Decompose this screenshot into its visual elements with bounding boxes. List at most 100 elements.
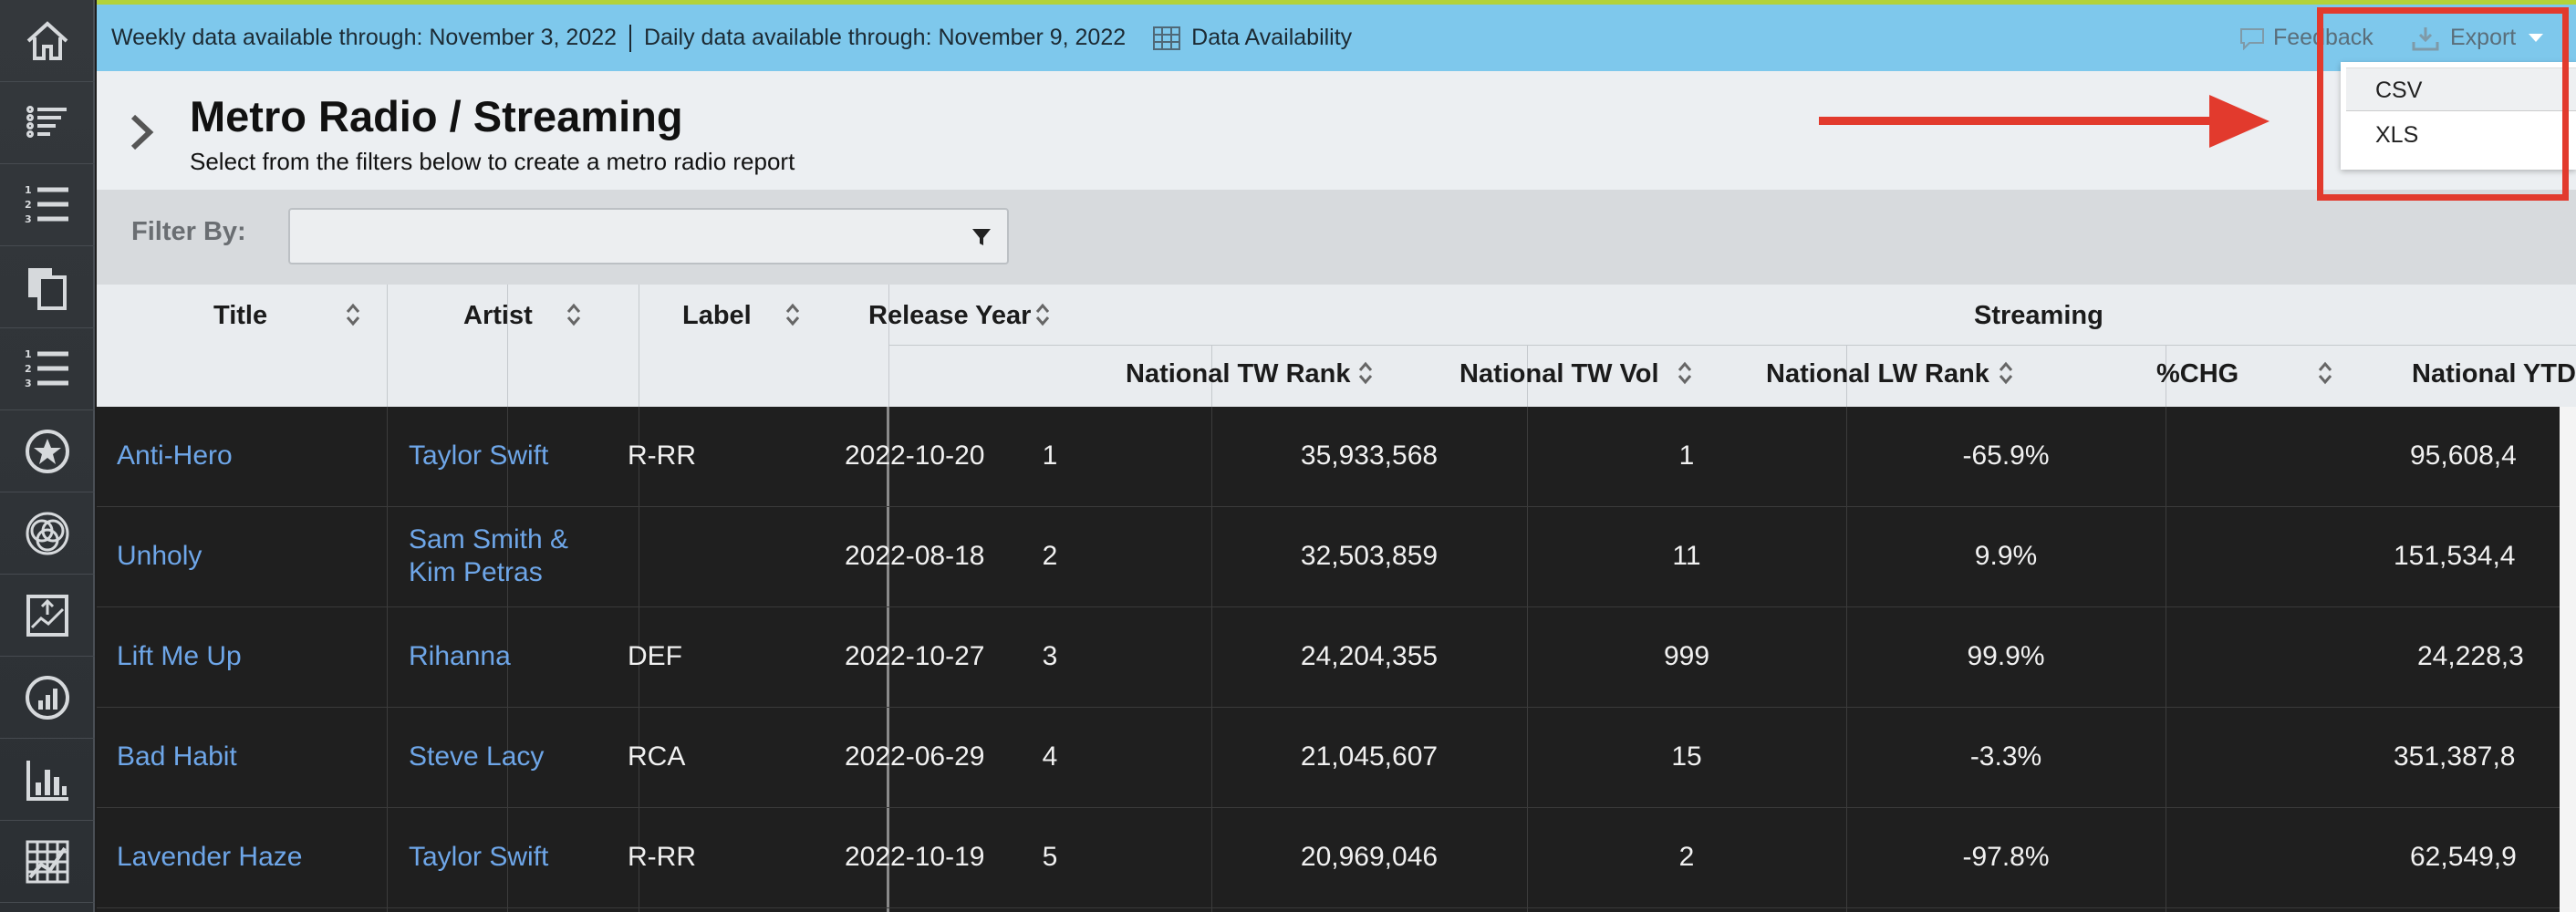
svg-text:1: 1 (25, 348, 32, 360)
tw-rank-cell: 3 (1042, 641, 1058, 671)
table-body: Anti-Hero Taylor Swift R-RR 2022-10-20 1… (97, 407, 2576, 912)
table-row[interactable]: Lift Me Up Rihanna DEF 2022-10-27 3 24,2… (97, 607, 2576, 708)
column-header-pct-change[interactable]: %CHG (2156, 359, 2238, 389)
ytd-cell: 351,387,8 (2394, 741, 2516, 772)
artist-link[interactable]: Rihanna (409, 640, 511, 673)
column-header-label[interactable]: Label (682, 301, 752, 331)
artist-link[interactable]: Sam Smith & Kim Petras (409, 523, 568, 589)
funnel-icon[interactable] (971, 226, 992, 248)
copy-pages-icon[interactable] (0, 246, 95, 328)
pct-change-cell: -3.3% (1969, 741, 2042, 772)
label-cell: DEF (628, 641, 682, 671)
sort-icon[interactable] (2317, 359, 2333, 387)
filter-input[interactable] (288, 208, 1009, 264)
sort-icon[interactable] (1357, 359, 1374, 387)
top-info-bar: Weekly data available through: November … (97, 0, 2576, 71)
arrow-annotation (1819, 95, 2270, 148)
sort-icon[interactable] (345, 301, 361, 328)
artist-link[interactable]: Steve Lacy (409, 741, 544, 773)
column-header-national-ytd[interactable]: National YTD (2412, 359, 2576, 389)
column-header-national-tw-vol[interactable]: National TW Vol (1459, 359, 1659, 389)
list-filter-icon[interactable] (0, 82, 95, 164)
table-icon (1153, 26, 1181, 50)
sidebar: 1 2 3 1 2 3 (0, 0, 95, 912)
pct-change-cell: -97.8% (1962, 842, 2050, 872)
divider (629, 24, 632, 52)
home-icon[interactable] (0, 0, 95, 82)
pct-change-cell: 99.9% (1967, 641, 2045, 671)
title-link[interactable]: Unholy (117, 540, 202, 573)
tw-rank-cell: 1 (1042, 440, 1058, 471)
bar-chart-icon[interactable] (0, 739, 95, 821)
artist-link[interactable]: Taylor Swift (409, 440, 548, 472)
lw-rank-cell: 11 (1672, 541, 1701, 571)
svg-text:2: 2 (25, 199, 32, 211)
tw-rank-cell: 5 (1042, 842, 1058, 872)
svg-text:2: 2 (25, 363, 32, 375)
filter-by-label: Filter By: (131, 217, 246, 246)
daily-data-notice: Daily data available through: November 9… (644, 25, 1127, 50)
sort-icon[interactable] (1998, 359, 2014, 387)
tw-vol-cell: 24,204,355 (1300, 641, 1439, 671)
column-header-title[interactable]: Title (213, 301, 267, 331)
ytd-cell: 95,608,4 (2410, 440, 2517, 471)
lw-rank-cell: 999 (1663, 641, 1710, 671)
ytd-cell: 24,228,3 (2417, 641, 2524, 671)
filter-bar: Filter By: (97, 190, 2576, 285)
label-cell: R-RR (628, 440, 696, 471)
export-dropdown-menu: CSV XLS (2341, 62, 2576, 170)
table-row[interactable]: Lavender Haze Taylor Swift R-RR 2022-10-… (97, 808, 2576, 908)
table-row[interactable]: Unholy Sam Smith & Kim Petras 2022-08-18… (97, 507, 2576, 607)
column-group-streaming: Streaming (1974, 301, 2103, 330)
tw-vol-cell: 21,045,607 (1300, 741, 1439, 772)
pct-change-cell: 9.9% (1974, 541, 2038, 571)
venn-icon[interactable] (0, 492, 95, 575)
sort-icon[interactable] (1677, 359, 1693, 387)
table-row[interactable]: Anti-Hero Taylor Swift R-RR 2022-10-20 1… (97, 407, 2576, 507)
data-availability-label: Data Availability (1191, 25, 1353, 50)
chevron-right-icon[interactable] (124, 109, 161, 155)
sort-icon[interactable] (566, 301, 582, 328)
table-row[interactable]: Bad Habit Steve Lacy RCA 2022-06-29 4 21… (97, 708, 2576, 808)
pct-change-cell: -65.9% (1962, 440, 2050, 471)
sort-icon[interactable] (1034, 301, 1051, 328)
export-xls-option[interactable]: XLS (2346, 113, 2576, 157)
export-csv-option[interactable]: CSV (2346, 67, 2576, 111)
export-button[interactable]: Export (2412, 25, 2544, 51)
artist-line: Kim Petras (409, 557, 543, 587)
title-link[interactable]: Bad Habit (117, 741, 237, 773)
chevron-down-icon (2529, 34, 2544, 42)
column-header-national-lw-rank[interactable]: National LW Rank (1766, 359, 1989, 389)
tw-vol-cell: 20,969,046 (1300, 842, 1439, 872)
star-icon[interactable] (0, 410, 95, 492)
sort-icon[interactable] (784, 301, 801, 328)
ordered-list-icon[interactable]: 1 2 3 (0, 164, 95, 246)
artist-link[interactable]: Taylor Swift (409, 841, 548, 874)
lw-rank-cell: 15 (1671, 741, 1702, 772)
weekly-data-notice: Weekly data available through: November … (111, 25, 618, 50)
data-availability-link[interactable]: Data Availability (1153, 25, 1352, 51)
column-header-national-tw-rank[interactable]: National TW Rank (1126, 359, 1351, 389)
lw-rank-cell: 2 (1678, 842, 1695, 872)
title-link[interactable]: Lavender Haze (117, 841, 302, 874)
ytd-cell: 62,549,9 (2410, 842, 2517, 872)
lw-rank-cell: 1 (1678, 440, 1695, 471)
ordered-list-icon[interactable]: 1 2 3 (0, 328, 95, 410)
ytd-cell: 151,534,4 (2394, 541, 2516, 571)
chart-upload-icon[interactable] (0, 575, 95, 657)
svg-text:3: 3 (25, 378, 32, 389)
column-header-artist[interactable]: Artist (463, 301, 533, 331)
gauge-bars-icon[interactable] (0, 657, 95, 739)
label-cell: R-RR (628, 842, 696, 872)
tw-vol-cell: 32,503,859 (1300, 541, 1439, 571)
title-link[interactable]: Anti-Hero (117, 440, 233, 472)
title-link[interactable]: Lift Me Up (117, 640, 242, 673)
tw-rank-cell: 4 (1042, 741, 1058, 772)
column-header-release-year[interactable]: Release Year (868, 301, 1031, 331)
vertical-scrollbar[interactable] (2560, 407, 2576, 912)
feedback-button[interactable]: Feedback (2238, 25, 2373, 51)
tw-rank-cell: 2 (1042, 541, 1058, 571)
grid-chart-icon[interactable] (0, 821, 95, 903)
label-cell: RCA (628, 741, 686, 772)
page-subtitle: Select from the filters below to create … (190, 148, 795, 175)
